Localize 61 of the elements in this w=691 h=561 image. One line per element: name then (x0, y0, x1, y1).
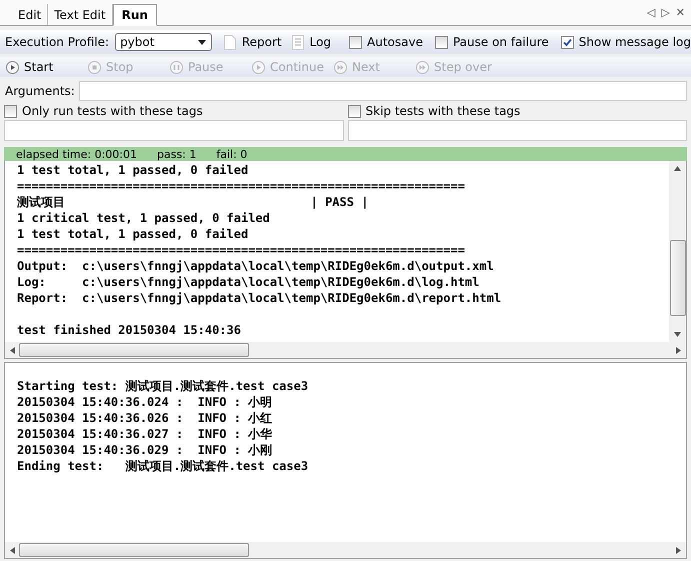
log-line: 20150304 15:40:36.024 : INFO : 小明 (17, 394, 272, 410)
checkbox[interactable] (348, 104, 360, 118)
down-arrow-icon[interactable] (674, 332, 681, 337)
right-arrow-icon[interactable] (676, 346, 681, 354)
document-icon (224, 34, 236, 50)
checkbox[interactable] (349, 36, 362, 48)
report-button[interactable]: Report (242, 35, 282, 49)
checkbox[interactable] (4, 104, 17, 118)
checkbox-label: Only run tests with these tags (22, 104, 203, 118)
console-line: Output: c:\users\fnngj\appdata\local\temp\RIDEg0ek6m.d\output.xml (17, 258, 494, 274)
left-arrow-icon[interactable] (10, 546, 15, 554)
tags-field[interactable] (4, 120, 344, 141)
play-icon (252, 60, 265, 74)
checkbox-label: Autosave (367, 35, 423, 49)
console-line: ============================================================== (17, 242, 465, 258)
right-arrow-icon[interactable] (676, 546, 681, 554)
log-line: 20150304 15:40:36.027 : INFO : 小华 (17, 426, 272, 442)
console-line: Report: c:\users\fnngj\appdata\local\temp\RIDEg0ek6m.d\report.html (17, 290, 502, 306)
profile-label: Execution Profile: (5, 35, 110, 49)
horizontal-scrollbar[interactable] (5, 542, 686, 558)
checkbox[interactable] (434, 36, 448, 48)
tab[interactable]: Run (112, 4, 157, 26)
vertical-scrollbar[interactable] (669, 161, 686, 342)
arguments-label: Arguments: (5, 84, 75, 98)
console-line: 1 test total, 1 passed, 0 failed (17, 162, 248, 178)
console-line: 1 test total, 1 passed, 0 failed (17, 226, 248, 242)
console-line: ============================================================== (17, 178, 465, 194)
tab[interactable]: Edit (12, 4, 48, 25)
tags-field[interactable] (348, 120, 687, 141)
tab-control-button[interactable]: ✕ (676, 6, 685, 19)
tab-control-button[interactable]: ▷ (661, 6, 670, 19)
document-icon (292, 34, 304, 50)
log-line: Ending test: 测试项目.测试套件.test case3 (17, 458, 308, 474)
checkbox-label: Skip tests with these tags (366, 104, 520, 118)
fail-count: fail: 0 (216, 148, 248, 160)
fast-forward-icon (334, 60, 347, 74)
console-line: 1 critical test, 1 passed, 0 failed (17, 210, 270, 226)
profile-dropdown[interactable]: pybot (115, 33, 212, 51)
up-arrow-icon[interactable] (674, 166, 681, 171)
pass-count: pass: 1 (156, 148, 196, 160)
log-line: Starting test: 测试项目.测试套件.test case3 (17, 378, 308, 394)
run-button[interactable]: Start (6, 60, 88, 74)
console-line: Log: c:\users\fnngj\appdata\local\temp\RIDEg0ek6m.d\log.html (17, 274, 480, 290)
elapsed-time: elapsed time: 0:00:01 (16, 148, 137, 160)
checkbox-label: Pause on failure (452, 35, 549, 49)
stop-icon (88, 60, 101, 74)
caret-icon (198, 40, 206, 44)
console-line: test finished 20150304 15:40:36 (17, 322, 241, 338)
fast-forward-icon (416, 60, 429, 74)
left-arrow-icon[interactable] (10, 346, 15, 354)
checkbox[interactable] (560, 36, 574, 48)
horizontal-scrollbar[interactable] (5, 342, 686, 358)
arguments-field[interactable] (78, 81, 687, 101)
pause-icon (170, 60, 183, 74)
log-button[interactable]: Log (310, 35, 332, 49)
checkbox-label: Show message log (578, 35, 691, 49)
console-line: 测试项目 | PASS | (17, 194, 368, 210)
tab-control-button[interactable]: ◁ (646, 6, 656, 19)
log-line: 20150304 15:40:36.026 : INFO : 小红 (17, 410, 272, 426)
play-icon (6, 60, 19, 74)
log-line: 20150304 15:40:36.029 : INFO : 小刚 (17, 442, 272, 458)
